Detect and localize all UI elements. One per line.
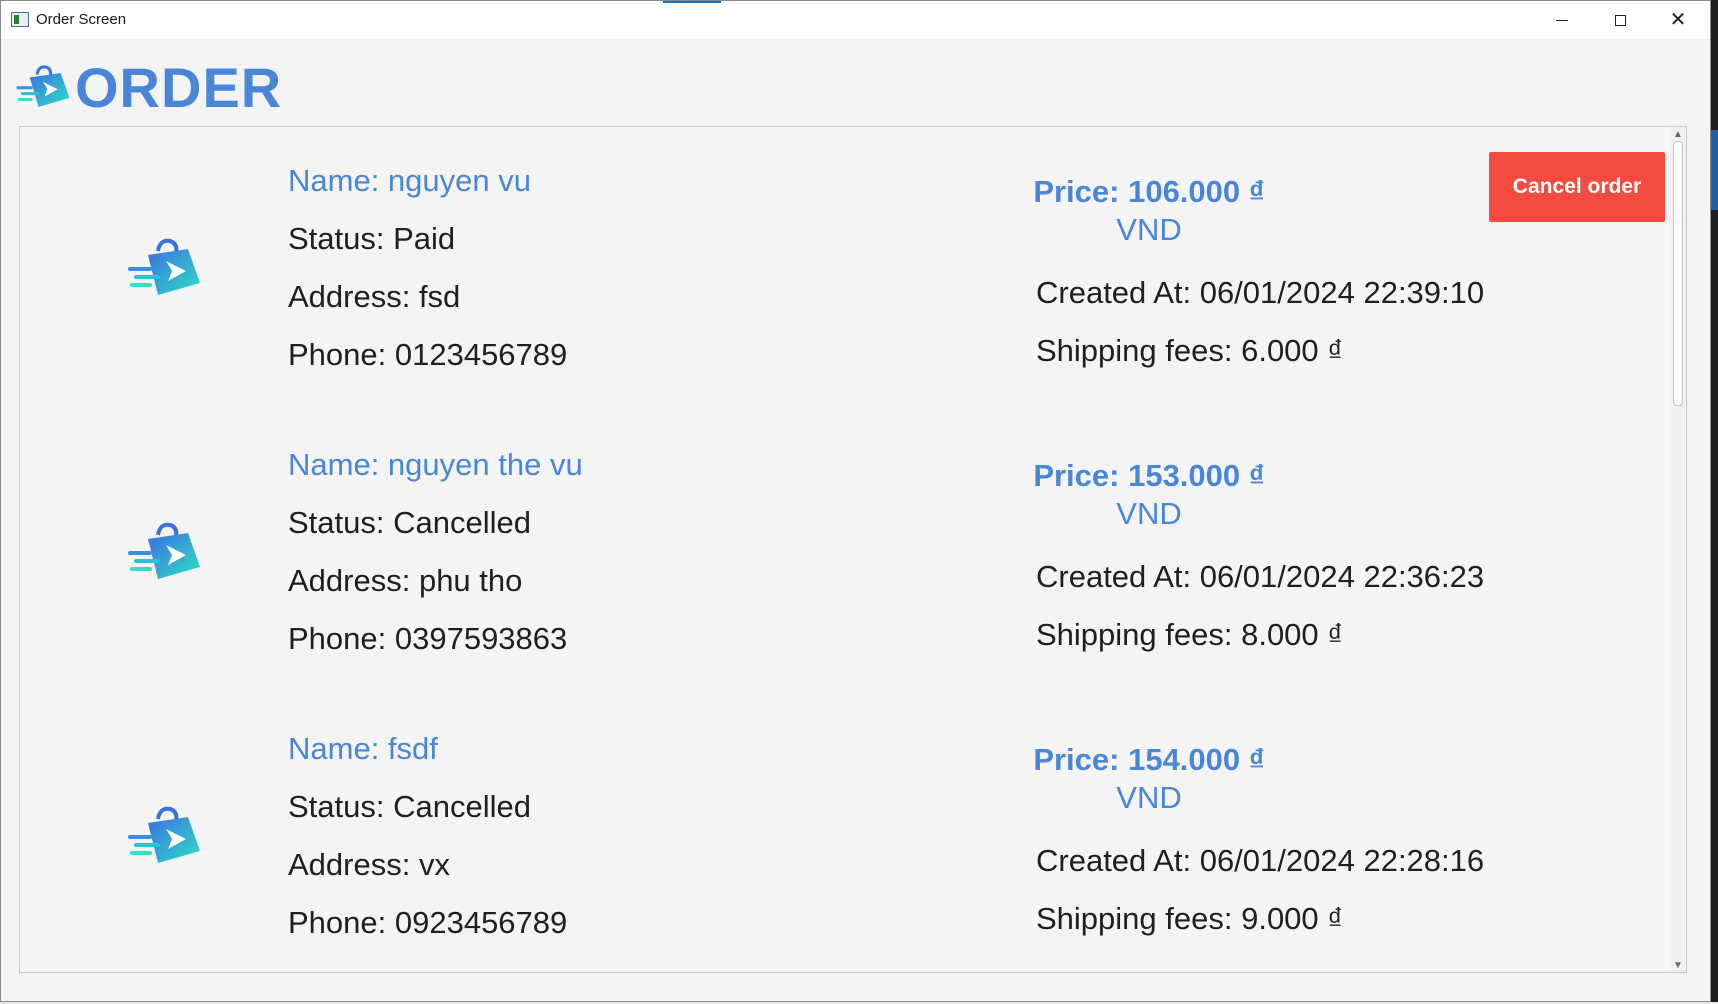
maximize-icon [1614,14,1626,26]
order-price-value: Price: 154.000 ₫ [1033,742,1265,777]
desktop-background-accent [1711,130,1718,210]
shopping-bag-icon [128,238,200,295]
order-status: Status: Cancelled [288,505,531,540]
minimize-icon [1556,19,1568,21]
order-created-at: Created At: 06/01/2024 22:36:23 [1036,559,1485,594]
order-price-currency: VND [1116,496,1182,531]
order-item: Name: nguyen vu Status: Paid Address: fs… [20,127,1670,411]
order-name: Name: nguyen the vu [288,447,583,482]
order-name: Name: nguyen vu [288,163,531,198]
shopping-bag-logo-icon [16,65,70,107]
titlebar-accent [663,1,721,3]
window-title: Order Screen [36,11,127,28]
order-address: Address: fsd [288,279,461,314]
order-phone: Phone: 0397593863 [288,621,568,656]
scroll-up-arrow-icon[interactable]: ▲ [1670,127,1686,141]
close-icon: ✕ [1669,9,1687,31]
page-header: ORDER [15,55,283,119]
order-price-currency: VND [1116,780,1182,815]
cancel-order-button[interactable]: Cancel order [1489,152,1665,222]
order-screen-window: Order Screen ✕ ORDER Name: nguyen vu Sta… [0,0,1711,1002]
order-item: Name: nguyen the vu Status: Cancelled Ad… [20,411,1670,695]
order-status: Status: Paid [288,221,456,256]
maximize-button[interactable] [1591,1,1649,39]
order-item: Name: fsdf Status: Cancelled Address: vx… [20,695,1670,972]
order-address: Address: vx [288,847,450,882]
shopping-bag-icon [128,522,200,579]
order-phone: Phone: 0923456789 [288,905,568,940]
title-bar[interactable]: Order Screen ✕ [1,1,1710,39]
order-price: Price: 106.000 ₫ VND [949,173,1349,249]
app-icon [11,12,29,27]
close-button[interactable]: ✕ [1649,1,1707,39]
order-address: Address: phu tho [288,563,523,598]
order-status: Status: Cancelled [288,789,531,824]
order-shipping-fees: Shipping fees: 8.000 ₫ [1036,617,1344,652]
order-phone: Phone: 0123456789 [288,337,568,372]
page-title: ORDER [75,55,283,119]
order-price-value: Price: 153.000 ₫ [1033,458,1265,493]
order-price: Price: 154.000 ₫ VND [949,741,1349,817]
order-price-value: Price: 106.000 ₫ [1033,174,1265,209]
vertical-scrollbar[interactable]: ▲ ▼ [1670,127,1686,972]
scrollbar-thumb[interactable] [1673,141,1683,406]
minimize-button[interactable] [1533,1,1591,39]
order-name: Name: fsdf [288,731,438,766]
shopping-bag-icon [128,806,200,863]
order-created-at: Created At: 06/01/2024 22:28:16 [1036,843,1485,878]
scroll-down-arrow-icon[interactable]: ▼ [1670,958,1686,972]
order-price: Price: 153.000 ₫ VND [949,457,1349,533]
order-shipping-fees: Shipping fees: 9.000 ₫ [1036,901,1344,936]
orders-list[interactable]: Name: nguyen vu Status: Paid Address: fs… [19,126,1687,973]
order-price-currency: VND [1116,212,1182,247]
order-shipping-fees: Shipping fees: 6.000 ₫ [1036,333,1344,368]
order-created-at: Created At: 06/01/2024 22:39:10 [1036,275,1485,310]
